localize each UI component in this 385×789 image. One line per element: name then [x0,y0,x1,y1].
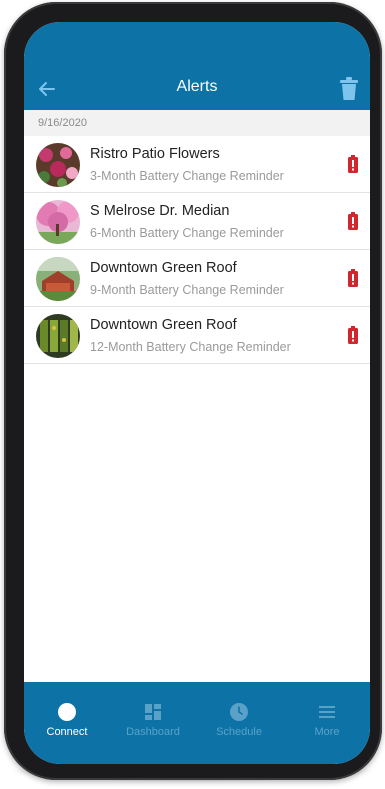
date-section-header: 9/16/2020 [24,110,370,136]
alert-title: Downtown Green Roof [90,317,237,333]
flowers-photo [36,143,80,187]
alert-title: Downtown Green Roof [90,260,237,276]
hamburger-icon [317,702,337,722]
connect-dot-icon [57,702,77,722]
alert-title: Ristro Patio Flowers [90,146,220,162]
bottom-tab-bar: Connect Dashboard Schedule More [24,682,370,764]
app-header: Alerts [24,22,370,110]
battery-low-icon [348,155,358,173]
tab-label: More [314,726,340,738]
tab-dashboard[interactable]: Dashboard [110,682,196,764]
alert-subtitle: 6-Month Battery Change Reminder [90,226,284,240]
tab-label: Dashboard [126,726,180,738]
alert-subtitle: 3-Month Battery Change Reminder [90,169,284,183]
dashboard-icon [143,702,163,722]
list-item[interactable]: Downtown Green Roof 12-Month Battery Cha… [24,307,370,364]
list-item[interactable]: S Melrose Dr. Median 6-Month Battery Cha… [24,193,370,250]
list-item[interactable]: Ristro Patio Flowers 3-Month Battery Cha… [24,136,370,193]
alert-list: Ristro Patio Flowers 3-Month Battery Cha… [24,136,370,364]
blossom-tree-photo [36,200,80,244]
green-roof-photo [36,257,80,301]
battery-low-icon [348,212,358,230]
battery-low-icon [348,269,358,287]
tab-label: Connect [46,726,88,738]
alert-subtitle: 12-Month Battery Change Reminder [90,340,291,354]
tab-schedule[interactable]: Schedule [196,682,282,764]
tab-connect[interactable]: Connect [24,682,110,764]
alert-subtitle: 9-Month Battery Change Reminder [90,283,284,297]
phone-frame: Alerts 9/16/2020 Ristro Patio Flowers 3-… [4,2,382,780]
alert-title: S Melrose Dr. Median [90,203,230,219]
trash-icon[interactable] [338,76,360,102]
phone-screen: Alerts 9/16/2020 Ristro Patio Flowers 3-… [24,22,370,764]
clock-icon [229,702,249,722]
tab-more[interactable]: More [284,682,370,764]
page-title: Alerts [176,78,218,95]
list-item[interactable]: Downtown Green Roof 9-Month Battery Chan… [24,250,370,307]
tab-label: Schedule [216,726,262,738]
battery-low-icon [348,326,358,344]
green-roof-aerial-photo [36,314,80,358]
